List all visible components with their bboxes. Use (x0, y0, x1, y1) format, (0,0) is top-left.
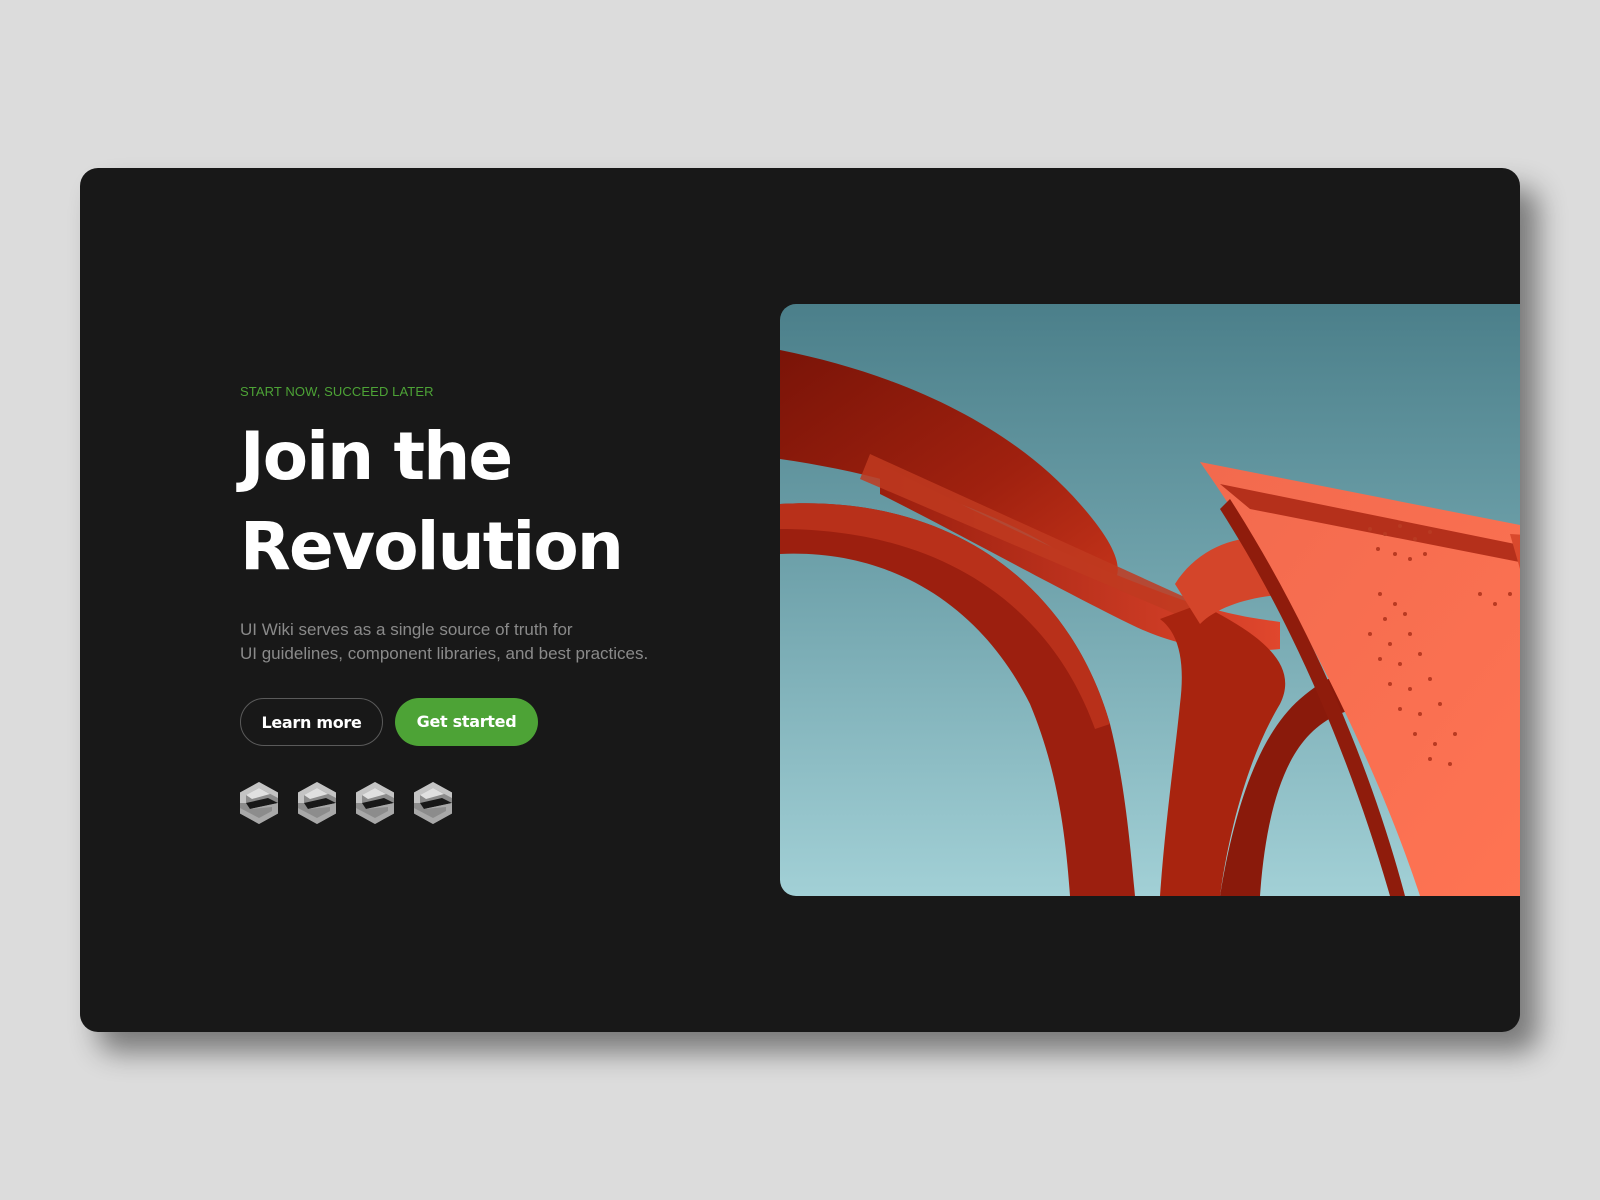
hexagon-s-logo-icon (414, 782, 452, 824)
hero-buttons: Learn more Get started (240, 698, 760, 746)
hero-copy: START NOW, SUCCEED LATER Join the Revolu… (240, 384, 760, 824)
headline-line-2: Revolution (240, 508, 624, 585)
learn-more-button[interactable]: Learn more (240, 698, 383, 746)
hero-card: START NOW, SUCCEED LATER Join the Revolu… (80, 168, 1520, 1032)
hero-headline: Join the Revolution (240, 412, 760, 592)
hero-image (780, 304, 1520, 896)
hexagon-s-logo-icon (240, 782, 278, 824)
description-line-2: UI guidelines, component libraries, and … (240, 644, 649, 663)
get-started-button[interactable]: Get started (395, 698, 538, 746)
description-line-1: UI Wiki serves as a single source of tru… (240, 620, 573, 639)
hexagon-s-logo-icon (356, 782, 394, 824)
headline-line-1: Join the (240, 418, 513, 495)
hexagon-s-logo-icon (298, 782, 336, 824)
sculpture-illustration (780, 304, 1520, 896)
hero-eyebrow: START NOW, SUCCEED LATER (240, 384, 434, 399)
partner-logos (240, 782, 760, 824)
hero-description: UI Wiki serves as a single source of tru… (240, 618, 760, 666)
